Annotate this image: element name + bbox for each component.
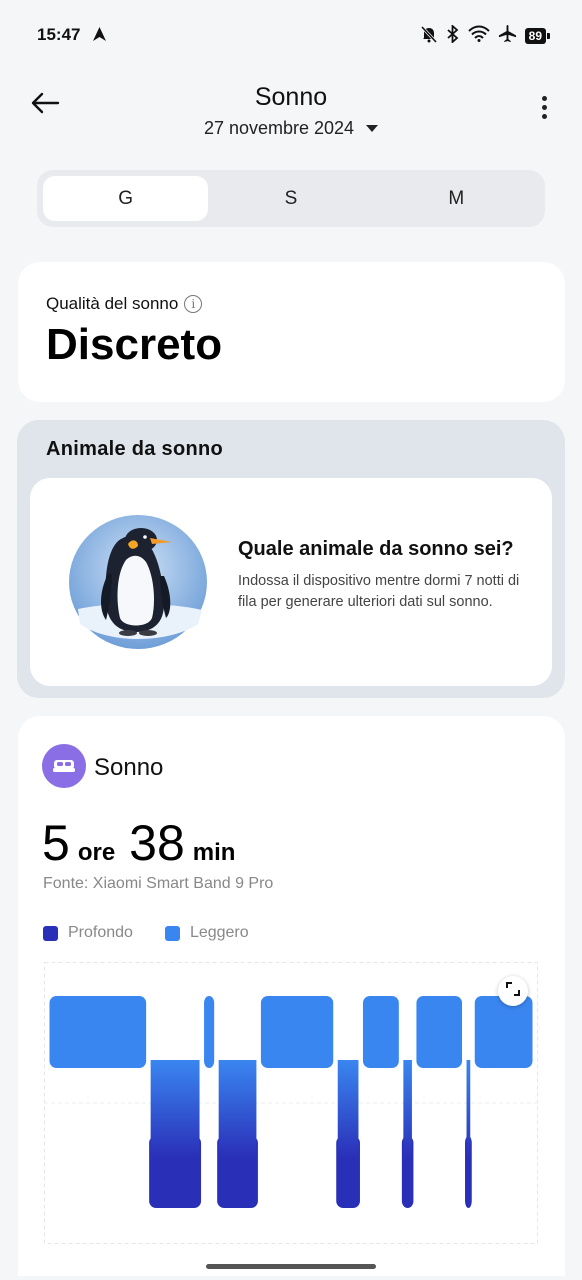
chart-legend: Profondo Leggero	[43, 924, 249, 942]
stage-transition	[466, 1060, 471, 1158]
quality-label-row: Qualità del sonno i	[46, 294, 203, 314]
stage-transition	[337, 1060, 359, 1158]
data-source: Fonte: Xiaomi Smart Band 9 Pro	[43, 875, 274, 892]
sleep-duration: 5 ore 38 min	[42, 814, 241, 872]
home-indicator[interactable]	[206, 1264, 376, 1269]
page-title: Sonno	[254, 83, 328, 111]
stage-block-light	[474, 996, 533, 1068]
legend-label-light: Leggero	[189, 924, 249, 941]
date-picker[interactable]: 27 novembre 2024	[0, 118, 582, 139]
quality-label: Qualità del sonno	[46, 294, 179, 313]
navigation-arrow-icon	[93, 27, 106, 46]
stage-transition	[218, 1060, 257, 1158]
date-label: 27 novembre 2024	[203, 118, 355, 138]
status-icons: 89	[420, 23, 551, 48]
stage-block-light	[416, 996, 463, 1068]
period-tabs: G S M	[37, 170, 545, 227]
sleep-animal-card: Animale da sonno Quale animale da sonno …	[17, 420, 565, 698]
status-time: 15:47	[37, 25, 81, 44]
legend-label-deep: Profondo	[68, 924, 133, 941]
sleep-stages-chart[interactable]	[44, 962, 538, 1246]
caret-down-icon	[366, 125, 379, 132]
expand-chart-button[interactable]	[498, 976, 528, 1006]
duration-minutes-unit: min	[192, 839, 236, 866]
animal-question: Quale animale da sonno sei?	[238, 538, 514, 560]
sleep-summary-card[interactable]: Sonno 5 ore 38 min Fonte: Xiaomi Smart B…	[18, 716, 565, 1276]
animal-description: Indossa il dispositivo mentre dormi 7 no…	[238, 573, 520, 610]
tab-week[interactable]: S	[208, 176, 373, 221]
bluetooth-icon	[446, 23, 460, 48]
bed-icon	[42, 744, 86, 788]
wifi-icon	[467, 25, 490, 47]
penguin-illustration	[68, 514, 208, 650]
more-options-button[interactable]	[540, 96, 548, 119]
legend-swatch-deep	[43, 925, 58, 941]
animal-section-title: Animale da sonno	[46, 438, 224, 460]
status-bar: 15:47 89	[0, 0, 582, 70]
airplane-icon	[498, 24, 517, 48]
duration-hours-unit: ore	[77, 839, 116, 866]
quality-value: Discreto	[46, 320, 223, 369]
legend-item-light: Leggero	[164, 924, 249, 942]
stage-block-light	[362, 996, 399, 1068]
stage-transition	[150, 1060, 200, 1158]
silent-bell-icon	[420, 25, 438, 48]
stage-block-light	[204, 996, 215, 1068]
battery-indicator: 89	[524, 28, 551, 44]
legend-item-deep: Profondo	[43, 924, 133, 942]
legend-swatch-light	[164, 925, 180, 941]
animal-prompt-card[interactable]: Quale animale da sonno sei? Indossa il d…	[30, 478, 552, 686]
stage-block-light	[49, 996, 147, 1068]
app-header: Sonno 27 novembre 2024	[0, 70, 582, 150]
expand-icon	[506, 981, 520, 1001]
tab-month[interactable]: M	[374, 176, 539, 221]
tab-day[interactable]: G	[43, 176, 209, 221]
stage-block-light	[260, 996, 334, 1068]
duration-minutes: 38	[129, 815, 185, 871]
sleep-title: Sonno	[94, 754, 164, 781]
sleep-quality-card[interactable]: Qualità del sonno i Discreto	[18, 262, 565, 402]
duration-hours: 5	[42, 815, 70, 871]
info-icon[interactable]: i	[184, 295, 203, 313]
more-vertical-icon	[541, 96, 547, 101]
stage-transition	[403, 1060, 412, 1158]
